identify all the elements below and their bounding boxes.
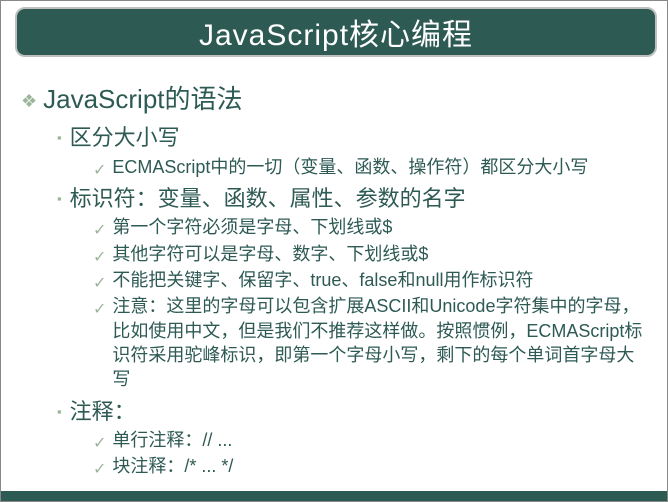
check-bullet-icon: ✓: [93, 459, 106, 479]
topic-label: 区分大小写: [70, 124, 180, 153]
topic-label: 注释：: [70, 398, 136, 427]
point-row: ✓ 注意：这里的字母可以包含扩展ASCII和Unicode字符集中的字母，比如使…: [93, 294, 647, 391]
point-text: ECMAScript中的一切（变量、函数、操作符）都区分大小写: [112, 155, 588, 179]
square-bullet-icon: ▪: [57, 404, 62, 419]
title-bar: JavaScript核心编程: [15, 7, 657, 57]
check-bullet-icon: ✓: [93, 247, 106, 267]
point-row: ✓ 第一个字符必须是字母、下划线或$: [93, 215, 647, 239]
square-bullet-icon: ▪: [57, 130, 62, 145]
section-heading-row: ❖ JavaScript的语法: [21, 79, 647, 116]
diamond-bullet-icon: ❖: [21, 91, 37, 112]
point-text: 块注释：/* ... */: [112, 454, 233, 478]
slide: JavaScript核心编程 ❖ JavaScript的语法 ▪ 区分大小写 ✓…: [0, 0, 668, 502]
check-bullet-icon: ✓: [93, 299, 106, 319]
check-bullet-icon: ✓: [93, 273, 106, 293]
point-row: ✓ 不能把关键字、保留字、true、false和null用作标识符: [93, 268, 647, 292]
point-text: 其他字符可以是字母、数字、下划线或$: [112, 242, 428, 266]
slide-title: JavaScript核心编程: [199, 10, 473, 54]
check-bullet-icon: ✓: [93, 160, 106, 180]
topic-row: ▪ 区分大小写: [57, 124, 647, 153]
point-text: 第一个字符必须是字母、下划线或$: [112, 215, 392, 239]
topic-label: 标识符：变量、函数、属性、参数的名字: [70, 185, 466, 214]
topic-row: ▪ 标识符：变量、函数、属性、参数的名字: [57, 185, 647, 214]
point-text: 注意：这里的字母可以包含扩展ASCII和Unicode字符集中的字母，比如使用中…: [112, 294, 647, 391]
check-bullet-icon: ✓: [93, 220, 106, 240]
point-row: ✓ ECMAScript中的一切（变量、函数、操作符）都区分大小写: [93, 155, 647, 179]
point-row: ✓ 其他字符可以是字母、数字、下划线或$: [93, 242, 647, 266]
check-bullet-icon: ✓: [93, 433, 106, 453]
topic-row: ▪ 注释：: [57, 398, 647, 427]
point-text: 不能把关键字、保留字、true、false和null用作标识符: [112, 268, 533, 292]
footer-bar: [1, 491, 667, 501]
square-bullet-icon: ▪: [57, 191, 62, 206]
point-row: ✓ 单行注释：// ...: [93, 428, 647, 452]
point-row: ✓ 块注释：/* ... */: [93, 454, 647, 478]
content-area: ❖ JavaScript的语法 ▪ 区分大小写 ✓ ECMAScript中的一切…: [21, 79, 647, 491]
section-heading: JavaScript的语法: [43, 79, 242, 116]
point-text: 单行注释：// ...: [112, 428, 232, 452]
